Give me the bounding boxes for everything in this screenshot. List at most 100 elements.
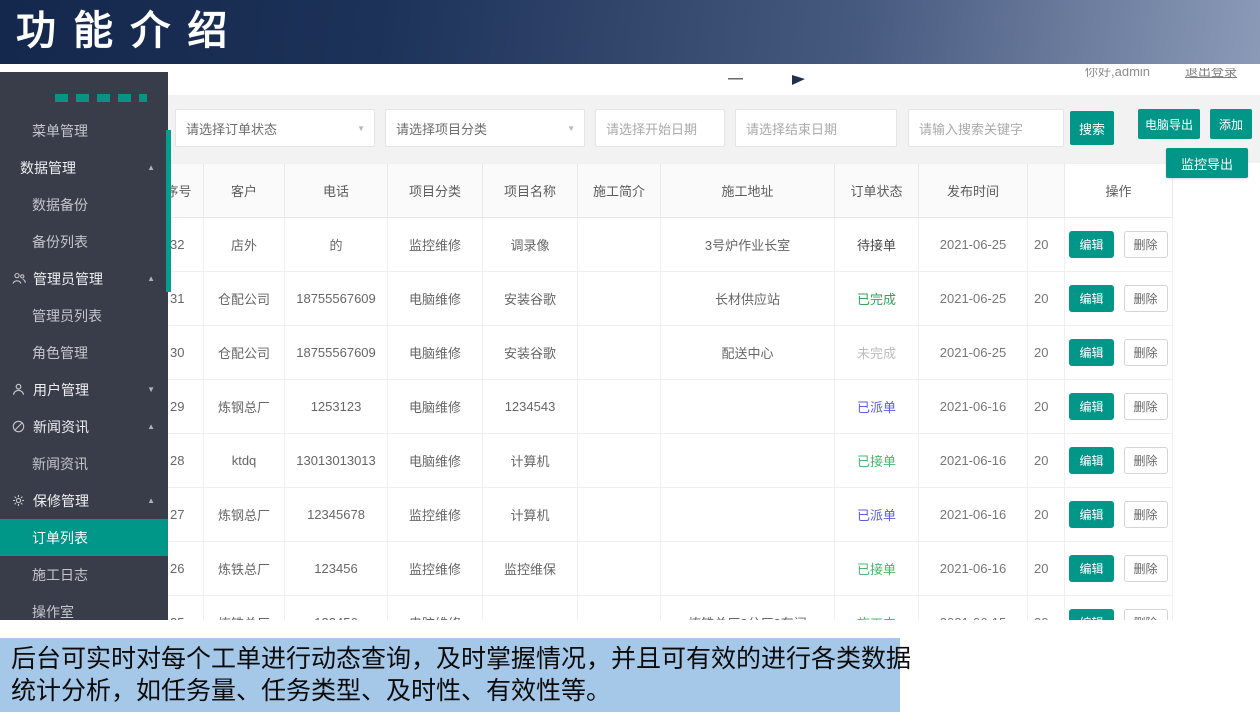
sidebar-item-label: 新闻资讯: [32, 454, 88, 474]
delete-button[interactable]: 删除: [1124, 609, 1168, 620]
publish-date: 2021-06-16: [940, 561, 1007, 576]
add-button[interactable]: 添加: [1210, 109, 1252, 139]
cell-actions: 编辑删除: [1065, 218, 1173, 271]
status-badge: 已接单: [857, 451, 896, 470]
sidebar-item-5[interactable]: 管理员列表: [0, 297, 168, 334]
status-badge: 未完成: [857, 343, 896, 362]
sidebar-item-0[interactable]: 菜单管理: [0, 112, 168, 149]
publish-date: 2021-06-16: [940, 453, 1007, 468]
cell-status: 已派单: [835, 380, 919, 433]
cell-category: 监控维修: [388, 218, 483, 271]
sidebar-item-label: 菜单管理: [32, 121, 88, 141]
column-header-0: 序号: [168, 164, 204, 217]
edit-button[interactable]: 编辑: [1069, 609, 1113, 620]
delete-button[interactable]: 删除: [1124, 555, 1168, 582]
column-header-6: 施工地址: [661, 164, 835, 217]
edit-button[interactable]: 编辑: [1069, 231, 1113, 258]
start-date-input[interactable]: 请选择开始日期: [595, 109, 725, 147]
delete-button[interactable]: 删除: [1124, 447, 1168, 474]
column-header-text: 项目名称: [504, 181, 556, 200]
edit-button[interactable]: 编辑: [1069, 393, 1113, 420]
cell-customer: 炼钢总厂: [204, 380, 285, 433]
order-status-select[interactable]: 请选择订单状态 ▼: [175, 109, 375, 147]
column-header-text: 发布时间: [947, 181, 999, 200]
cell-phone: 1253123: [285, 380, 388, 433]
edit-button[interactable]: 编辑: [1069, 555, 1113, 582]
edit-button[interactable]: 编辑: [1069, 339, 1113, 366]
cell-project: 1234543: [483, 380, 578, 433]
delete-button[interactable]: 删除: [1124, 501, 1168, 528]
cell-category: 电脑维修: [388, 272, 483, 325]
chevron-down-icon: ▼: [357, 124, 365, 133]
cell-address: [661, 380, 835, 433]
sidebar-item-8[interactable]: 新闻资讯▲: [0, 408, 168, 445]
cell-status: 已完成: [835, 272, 919, 325]
sidebar-item-1[interactable]: 数据管理▲: [0, 149, 168, 186]
status-badge: 待接单: [857, 235, 896, 254]
table-row: 30仓配公司18755567609电脑维修安装谷歌配送中心未完成2021-06-…: [168, 326, 1173, 380]
chevron-up-icon: ▲: [147, 274, 155, 283]
cell-actions: 编辑删除: [1065, 326, 1173, 379]
sidebar-item-label: 角色管理: [32, 343, 88, 363]
cell-phone: 123456: [285, 542, 388, 595]
cell-brief: [578, 596, 661, 620]
search-button[interactable]: 搜索: [1070, 111, 1114, 145]
flag-icon[interactable]: [792, 75, 805, 85]
edit-button[interactable]: 编辑: [1069, 501, 1113, 528]
filter-bar: 请选择订单状态 ▼ 请选择项目分类 ▼ 请选择开始日期 请选择结束日期 请输入搜…: [168, 95, 1260, 163]
sidebar-item-12[interactable]: 施工日志: [0, 556, 168, 593]
sidebar-item-9[interactable]: 新闻资讯: [0, 445, 168, 482]
column-header-text: 订单状态: [850, 181, 902, 200]
sidebar-scrollbar[interactable]: [166, 130, 171, 292]
sidebar-item-4[interactable]: 管理员管理▲: [0, 260, 168, 297]
delete-button[interactable]: 删除: [1124, 231, 1168, 258]
cell-publish-time: 2021-06-16: [919, 488, 1028, 541]
sidebar: 菜单管理数据管理▲数据备份备份列表管理员管理▲管理员列表角色管理用户管理▼新闻资…: [0, 72, 168, 620]
cell-brief: [578, 542, 661, 595]
delete-button[interactable]: 删除: [1124, 285, 1168, 312]
slide-caption: 后台可实时对每个工单进行动态查询，及时掌握情况，并且可有效的进行各类数据 统计分…: [0, 638, 900, 712]
cell-customer: 炼钢总厂: [204, 488, 285, 541]
export-monitor-button[interactable]: 监控导出: [1166, 148, 1248, 178]
sidebar-item-3[interactable]: 备份列表: [0, 223, 168, 260]
sidebar-item-10[interactable]: 保修管理▲: [0, 482, 168, 519]
cell-phone: 123456: [285, 596, 388, 620]
cell-project: [483, 596, 578, 620]
sidebar-item-6[interactable]: 角色管理: [0, 334, 168, 371]
cell-extra: 20: [1028, 434, 1065, 487]
sidebar-logo-clipped: [55, 94, 147, 102]
cell-customer: 仓配公司: [204, 272, 285, 325]
project-category-select[interactable]: 请选择项目分类 ▼: [385, 109, 585, 147]
delete-button[interactable]: 删除: [1124, 339, 1168, 366]
column-header-3: 项目分类: [388, 164, 483, 217]
cell-publish-time: 2021-06-25: [919, 218, 1028, 271]
sidebar-item-13[interactable]: 操作室: [0, 593, 168, 620]
app-topbar: — 你好,admin 退出登录: [0, 64, 1260, 95]
sidebar-item-7[interactable]: 用户管理▼: [0, 371, 168, 408]
caption-line-1: 后台可实时对每个工单进行动态查询，及时掌握情况，并且可有效的进行各类数据: [11, 643, 889, 675]
publish-date: 2021-06-25: [940, 237, 1007, 252]
cell-publish-time: 2021-06-16: [919, 380, 1028, 433]
cell-project: 监控维保: [483, 542, 578, 595]
delete-button[interactable]: 删除: [1124, 393, 1168, 420]
sidebar-item-label: 新闻资讯: [33, 417, 89, 437]
sidebar-item-11[interactable]: 订单列表: [0, 519, 168, 556]
export-pc-button[interactable]: 电脑导出: [1138, 109, 1200, 139]
minimize-icon[interactable]: —: [728, 70, 743, 87]
cell-category: 监控维修: [388, 542, 483, 595]
cell-brief: [578, 272, 661, 325]
edit-button[interactable]: 编辑: [1069, 285, 1113, 312]
cell-status: 已接单: [835, 434, 919, 487]
logout-link[interactable]: 退出登录: [1185, 68, 1237, 83]
cell-address: [661, 434, 835, 487]
keyword-search-input[interactable]: 请输入搜索关键字: [908, 109, 1064, 147]
sidebar-item-2[interactable]: 数据备份: [0, 186, 168, 223]
cell-customer: 店外: [204, 218, 285, 271]
cell-project: 安装谷歌: [483, 272, 578, 325]
end-date-input[interactable]: 请选择结束日期: [735, 109, 897, 147]
edit-button[interactable]: 编辑: [1069, 447, 1113, 474]
cell-customer: ktdq: [204, 434, 285, 487]
table-header: 序号客户电话项目分类项目名称施工简介施工地址订单状态发布时间操作: [168, 163, 1173, 218]
column-header-7: 订单状态: [835, 164, 919, 217]
cell-address: 炼铁总厂2分厂3车间: [661, 596, 835, 620]
